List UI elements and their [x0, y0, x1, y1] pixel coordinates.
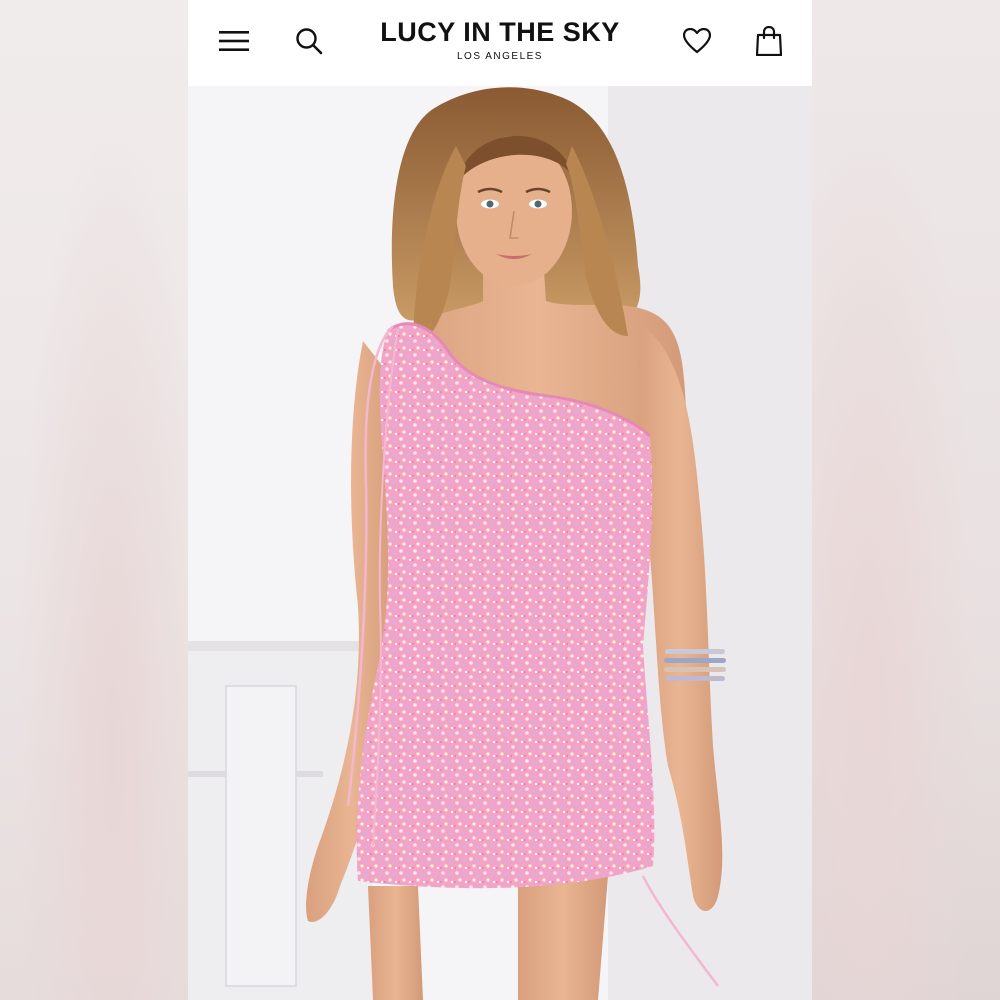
product-photo[interactable] — [188, 86, 812, 1000]
blurred-background-left — [0, 0, 188, 1000]
menu-icon[interactable] — [217, 24, 251, 58]
screenshot-frame: LUCY IN THE SKY LOS ANGELES — [0, 0, 1000, 1000]
shopping-bag-icon[interactable] — [752, 24, 786, 58]
brand-subtitle: LOS ANGELES — [457, 51, 543, 62]
product-photo-illustration — [188, 86, 812, 1000]
brand-logo[interactable]: LUCY IN THE SKY LOS ANGELES — [338, 16, 662, 64]
site-header: LUCY IN THE SKY LOS ANGELES — [188, 0, 812, 86]
blurred-background-right — [812, 0, 1000, 1000]
brand-title: LUCY IN THE SKY — [380, 17, 620, 47]
search-icon[interactable] — [292, 24, 326, 58]
heart-icon[interactable] — [680, 24, 714, 58]
mobile-page: LUCY IN THE SKY LOS ANGELES — [188, 0, 812, 1000]
